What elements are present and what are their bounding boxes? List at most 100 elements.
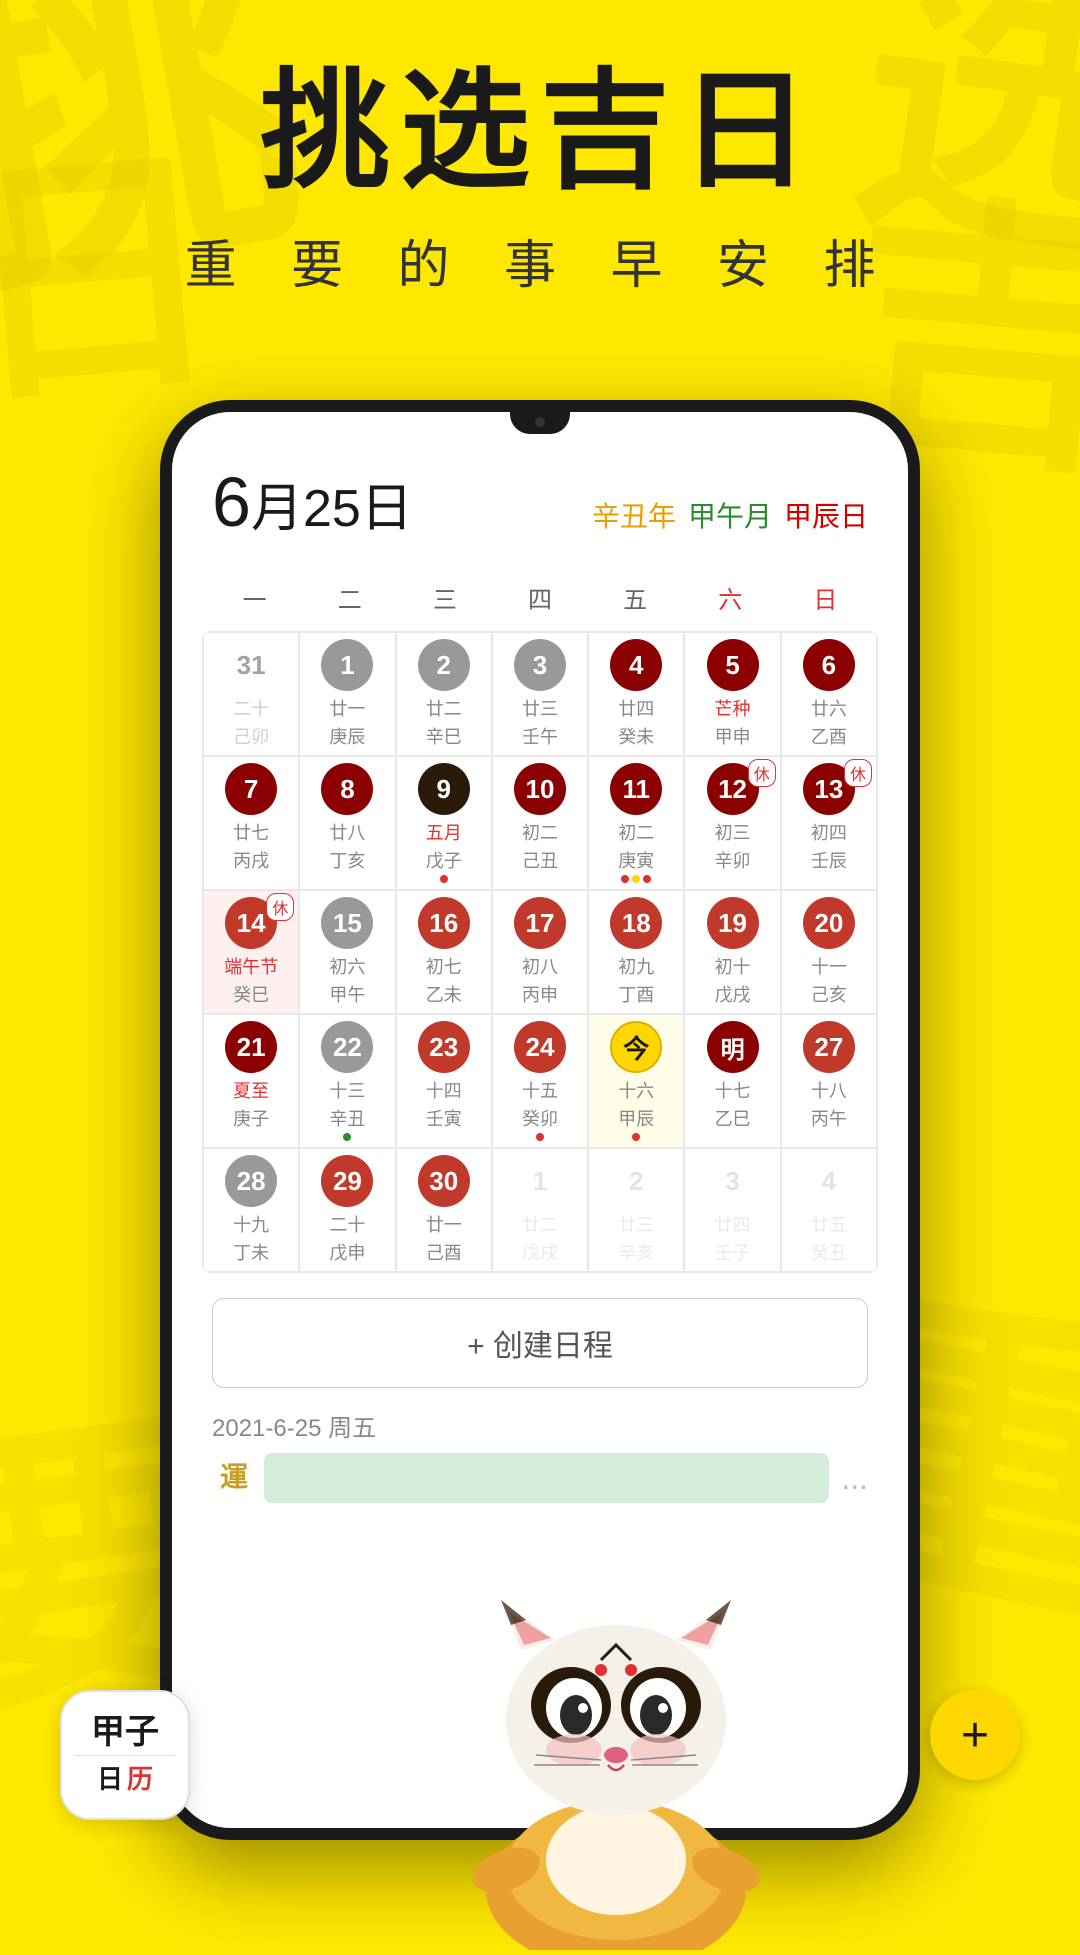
lunar-month: 甲午月 [688,495,772,535]
cal-cell-8[interactable]: 8 廿八 丁亥 [299,756,395,890]
cal-cell-2-next[interactable]: 2 廿三 辛亥 [588,1148,684,1272]
cal-cell-20[interactable]: 20 十一 己亥 [781,890,877,1014]
day-6: 6 [803,639,855,691]
day-24: 24 [514,1021,566,1073]
day-5: 5 [707,639,759,691]
cal-cell-23[interactable]: 23 十四 壬寅 [396,1014,492,1148]
cal-cell-26[interactable]: 明 十七 乙巳 [684,1014,780,1148]
lunar-year: 辛丑年 [592,495,676,535]
month-number: 6 [212,463,251,541]
day-8: 8 [321,763,373,815]
cal-cell-12[interactable]: 休 12 初三 辛卯 [684,756,780,890]
cal-cell-13[interactable]: 休 13 初四 壬辰 [781,756,877,890]
phone-notch [510,412,570,434]
cal-cell-3-next[interactable]: 3 廿四 壬子 [684,1148,780,1272]
day-2-next: 2 [610,1155,662,1207]
day-17: 17 [514,897,566,949]
weekday-thu: 四 [492,572,587,623]
day-16: 16 [418,897,470,949]
day-18: 18 [610,897,662,949]
cal-cell-1[interactable]: 1 廿一 庚辰 [299,632,395,756]
day-4: 4 [610,639,662,691]
cal-cell-1-next[interactable]: 1 廿二 戊戌 [492,1148,588,1272]
cal-cell-15[interactable]: 15 初六 甲午 [299,890,395,1014]
lunar-day: 甲辰日 [784,495,868,535]
day-21: 21 [225,1021,277,1073]
cal-cell-25-today[interactable]: 今 十六 甲辰 [588,1014,684,1148]
day-23: 23 [418,1021,470,1073]
schedule-more[interactable]: ... [841,1460,868,1497]
cal-cell-31-prev[interactable]: 31 二十 己卯 [203,632,299,756]
app-icon-text-top: 甲子 [91,1714,159,1751]
day-28: 28 [225,1155,277,1207]
weekday-wed: 三 [397,572,492,623]
weekday-sun: 日 [778,572,873,623]
cal-cell-4-next[interactable]: 4 廿五 癸丑 [781,1148,877,1272]
day-1-next: 1 [514,1155,566,1207]
cal-cell-19[interactable]: 19 初十 戊戌 [684,890,780,1014]
schedule-item-1[interactable] [264,1453,829,1503]
cal-cell-6[interactable]: 6 廿六 乙酉 [781,632,877,756]
lunar-info: 辛丑年 甲午月 甲辰日 [592,495,868,535]
cal-cell-5[interactable]: 5 芒种 甲申 [684,632,780,756]
cal-cell-9[interactable]: 9 五月 戊子 [396,756,492,890]
app-icon-separator [75,1755,176,1756]
day-3: 3 [514,639,566,691]
day-10: 10 [514,763,566,815]
day-22: 22 [321,1021,373,1073]
cal-cell-10[interactable]: 10 初二 己丑 [492,756,588,890]
day-31: 31 [225,639,277,691]
cal-cell-7[interactable]: 7 廿七 丙戌 [203,756,299,890]
day-15: 15 [321,897,373,949]
day-25-today: 今 [610,1021,662,1073]
day-29: 29 [321,1155,373,1207]
cal-cell-2[interactable]: 2 廿二 辛巳 [396,632,492,756]
weekday-tue: 二 [302,572,397,623]
schedule-row: 運 ... [212,1453,868,1503]
date-main: 6月25日 [212,462,413,542]
weekday-row: 一 二 三 四 五 六 日 [202,572,878,623]
badge-12: 休 [748,759,776,787]
cal-cell-14[interactable]: 休 14 端午节 癸巳 [203,890,299,1014]
cal-cell-17[interactable]: 17 初八 丙申 [492,890,588,1014]
hero-subtitle: 重 要 的 事 早 安 排 [0,223,1080,298]
cal-cell-29[interactable]: 29 二十 戊申 [299,1148,395,1272]
cal-cell-4[interactable]: 4 廿四 癸未 [588,632,684,756]
day-11: 11 [610,763,662,815]
day-1: 1 [321,639,373,691]
cal-cell-22[interactable]: 22 十三 辛丑 [299,1014,395,1148]
date-header: 6月25日 辛丑年 甲午月 甲辰日 [202,462,878,542]
day-30: 30 [418,1155,470,1207]
calendar-grid: 31 二十 己卯 1 廿一 庚辰 2 廿二 辛巳 3 廿三 壬午 [202,631,878,1273]
cal-cell-28[interactable]: 28 十九 丁未 [203,1148,299,1272]
cal-cell-3[interactable]: 3 廿三 壬午 [492,632,588,756]
day-20: 20 [803,897,855,949]
fab-add-button[interactable]: + [930,1690,1020,1780]
weekday-mon: 一 [207,572,302,623]
day-26: 明 [707,1021,759,1073]
schedule-date: 2021-6-25 周五 [212,1408,868,1443]
cal-cell-16[interactable]: 16 初七 乙未 [396,890,492,1014]
cal-cell-24[interactable]: 24 十五 癸卯 [492,1014,588,1148]
cal-cell-18[interactable]: 18 初九 丁酉 [588,890,684,1014]
day-19: 19 [707,897,759,949]
hero-section: 挑选吉日 重 要 的 事 早 安 排 [0,60,1080,298]
app-icon: 甲子 日 历 [60,1690,190,1820]
day-4-next: 4 [803,1155,855,1207]
weekday-sat: 六 [683,572,778,623]
create-schedule-button[interactable]: + 创建日程 [212,1298,868,1388]
schedule-label-1: 運 [212,1462,252,1494]
day-7: 7 [225,763,277,815]
weekday-fri: 五 [588,572,683,623]
cal-cell-30[interactable]: 30 廿一 己酉 [396,1148,492,1272]
badge-13: 休 [844,759,872,787]
cat-mascot [426,1550,806,1950]
badge-14: 休 [266,893,294,921]
cal-cell-27[interactable]: 27 十八 丙午 [781,1014,877,1148]
cal-cell-21[interactable]: 21 夏至 庚子 [203,1014,299,1148]
day-9: 9 [418,763,470,815]
cal-cell-11[interactable]: 11 初二 庚寅 [588,756,684,890]
day-3-next: 3 [707,1155,759,1207]
hero-title: 挑选吉日 [0,60,1080,203]
app-icon-text-bottom: 日 历 [97,1759,153,1796]
